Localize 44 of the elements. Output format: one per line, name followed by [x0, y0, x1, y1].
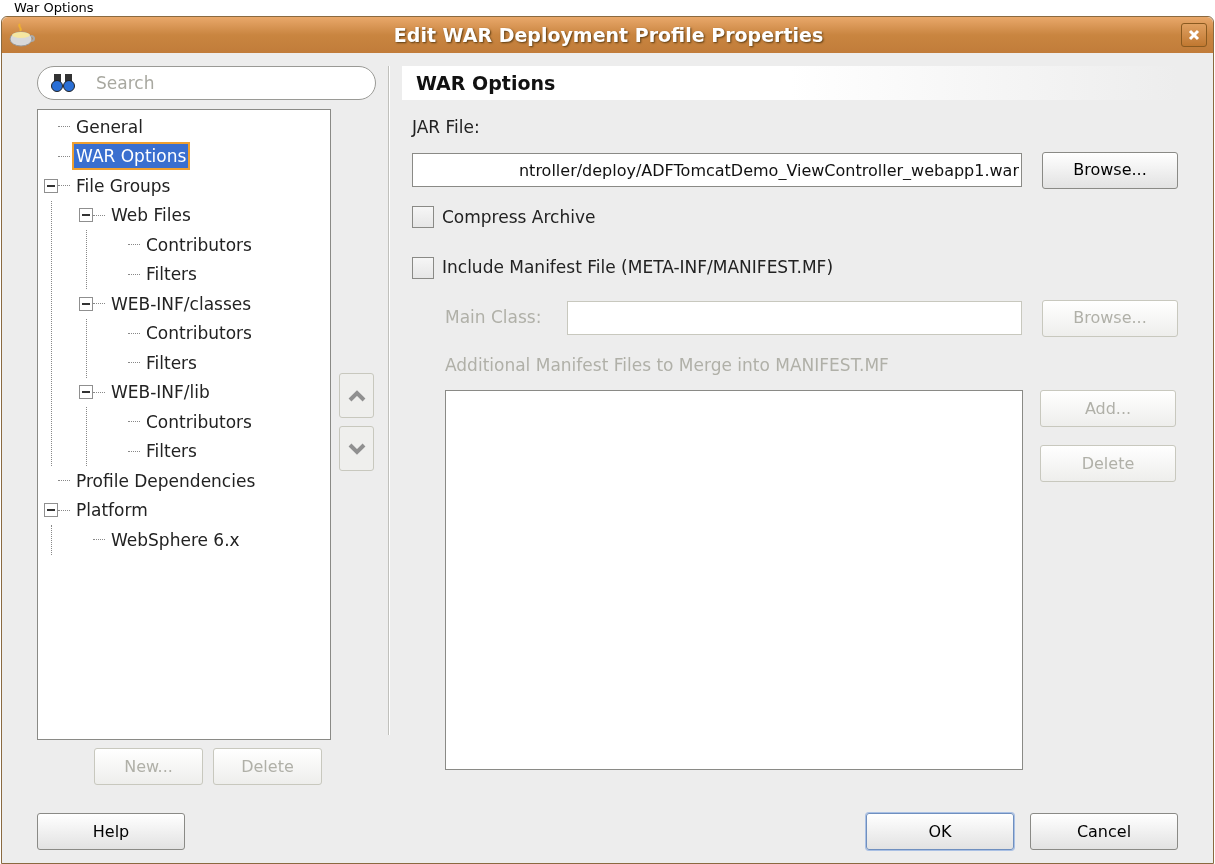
tree-item[interactable]: Contributors: [144, 321, 254, 346]
close-icon: [1188, 29, 1200, 41]
collapse-icon[interactable]: [79, 385, 93, 400]
tree-item[interactable]: General: [74, 114, 145, 139]
tree-item[interactable]: Filters: [144, 350, 199, 375]
page-heading: War Options: [14, 0, 94, 16]
chevron-down-icon: [346, 441, 367, 456]
collapse-icon[interactable]: [44, 178, 58, 193]
coffee-cup-icon: [8, 22, 36, 48]
field-label: Main Class:: [445, 306, 543, 330]
chevron-up-icon: [346, 388, 367, 403]
tree-item[interactable]: Contributors: [144, 232, 254, 257]
dialog-button[interactable]: Cancel: [1030, 813, 1178, 850]
move-down-button[interactable]: [339, 426, 374, 471]
tree-item[interactable]: File Groups: [74, 173, 173, 198]
tree-item[interactable]: Profile Dependencies: [74, 468, 258, 493]
dialog-button[interactable]: OK: [866, 813, 1014, 850]
tree-item[interactable]: Filters: [144, 439, 199, 464]
tree-item[interactable]: WEB-INF/lib: [109, 380, 212, 405]
tree-item[interactable]: WAR Options: [74, 144, 189, 169]
collapse-icon[interactable]: [44, 503, 58, 518]
tree-item[interactable]: Contributors: [144, 409, 254, 434]
move-up-button[interactable]: [339, 373, 374, 418]
tree-item[interactable]: WEB-INF/classes: [109, 291, 254, 316]
close-button[interactable]: [1181, 23, 1207, 47]
window-title: Edit WAR Deployment Profile Properties: [392, 22, 825, 48]
checkbox-label: Compress Archive: [442, 205, 596, 229]
checkbox-label: Include Manifest File (META-INF/MANIFEST.MF): [442, 256, 833, 279]
tree-item[interactable]: Platform: [74, 498, 150, 523]
field-label: JAR File:: [412, 116, 481, 139]
dialog-button[interactable]: Help: [37, 813, 185, 850]
collapse-icon[interactable]: [79, 296, 93, 311]
browse-button[interactable]: Browse...: [1042, 151, 1178, 189]
tree-item[interactable]: Web Files: [109, 203, 193, 228]
checkbox[interactable]: [412, 256, 434, 279]
jar-file-field[interactable]: ntroller/deploy/ADFTomcatDemo_ViewController_webapp1.war: [412, 153, 1022, 187]
collapse-icon[interactable]: [79, 208, 93, 223]
section-title: WAR Options: [416, 70, 556, 96]
checkbox[interactable]: [412, 206, 434, 229]
search-field[interactable]: Search: [37, 66, 376, 100]
tree-item[interactable]: Filters: [144, 262, 199, 287]
list-label: Additional Manifest Files to Merge into MANIFEST.MF: [445, 353, 890, 377]
tree-item[interactable]: WebSphere 6.x: [109, 527, 242, 552]
binoculars-icon: [51, 73, 75, 93]
